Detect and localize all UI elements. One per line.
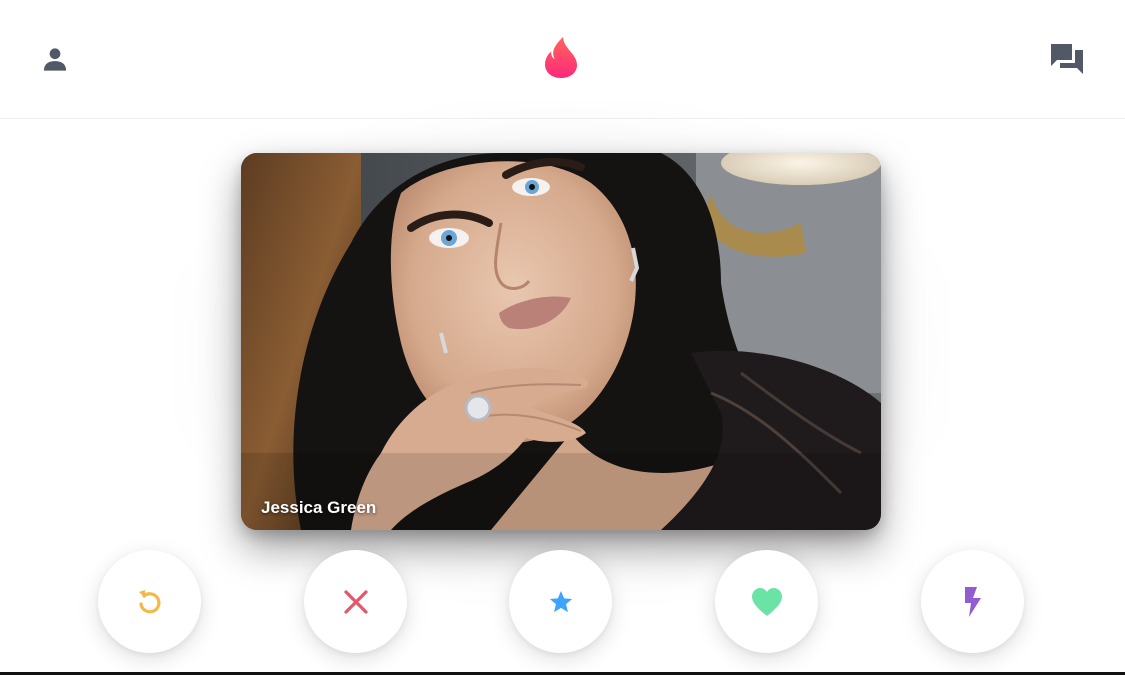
lightning-icon (964, 586, 981, 617)
chat-bubbles-icon (1051, 44, 1083, 74)
like-button[interactable] (715, 550, 818, 653)
profile-photo (241, 153, 881, 530)
app-root: Jessica Green (0, 0, 1125, 675)
flame-logo-icon (545, 37, 577, 78)
nope-button[interactable] (304, 550, 407, 653)
rewind-icon (138, 589, 160, 613)
rewind-button[interactable] (98, 550, 201, 653)
super-like-button[interactable] (509, 550, 612, 653)
star-icon (549, 590, 572, 612)
close-icon (343, 589, 368, 614)
person-icon (43, 48, 67, 71)
heart-icon (751, 587, 782, 616)
card-name-label: Jessica Green (261, 498, 377, 517)
messages-button[interactable] (1046, 40, 1088, 78)
profile-card[interactable]: Jessica Green (241, 153, 881, 530)
profile-button[interactable] (36, 40, 74, 78)
app-logo[interactable] (540, 34, 582, 80)
boost-button[interactable] (921, 550, 1024, 653)
